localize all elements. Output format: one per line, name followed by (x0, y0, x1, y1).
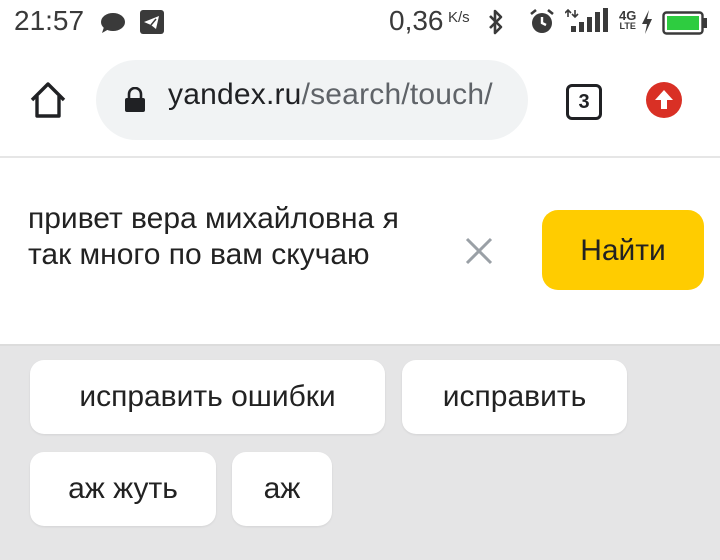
url-path: /search/touch/ (301, 78, 493, 111)
alarm-icon (530, 8, 554, 33)
address-bar[interactable]: yandex.ru/search/touch/ (96, 60, 528, 140)
arrow-up-icon (655, 90, 673, 109)
charging-icon (642, 10, 652, 34)
net-speed-value: 0,36 (389, 5, 444, 36)
update-button[interactable] (646, 82, 682, 118)
lock-icon (125, 87, 145, 112)
suggestion-chip[interactable]: исправить (402, 360, 627, 434)
suggestion-chip[interactable]: аж жуть (30, 452, 216, 526)
suggestions-panel: исправить ошибки исправить аж жуть аж (0, 346, 720, 560)
telegram-icon (140, 10, 164, 34)
search-button[interactable]: Найти (542, 210, 704, 290)
clear-icon[interactable] (462, 234, 496, 268)
signal-icon (565, 8, 608, 32)
net-speed-unit: K/s (448, 9, 470, 26)
status-bar: 21:57 0,36 K/s 4G LTE (0, 0, 720, 44)
battery-icon (662, 11, 707, 35)
tab-switcher-button[interactable]: 3 (566, 84, 602, 120)
chat-icon (101, 13, 125, 33)
network-type: 4G LTE (619, 8, 637, 31)
search-form: привет вера михайловна я так много по ва… (0, 158, 720, 344)
url-host: yandex.ru (168, 78, 302, 111)
search-input[interactable]: привет вера михайловна я так много по ва… (28, 201, 438, 273)
home-icon[interactable] (26, 78, 70, 122)
suggestion-chip[interactable]: аж (232, 452, 332, 526)
browser-toolbar: yandex.ru/search/touch/ 3 (0, 44, 720, 156)
status-time: 21:57 (14, 5, 85, 36)
bluetooth-icon (489, 9, 503, 35)
suggestion-chip[interactable]: исправить ошибки (30, 360, 385, 434)
url-text: yandex.ru/search/touch/ (168, 78, 493, 112)
